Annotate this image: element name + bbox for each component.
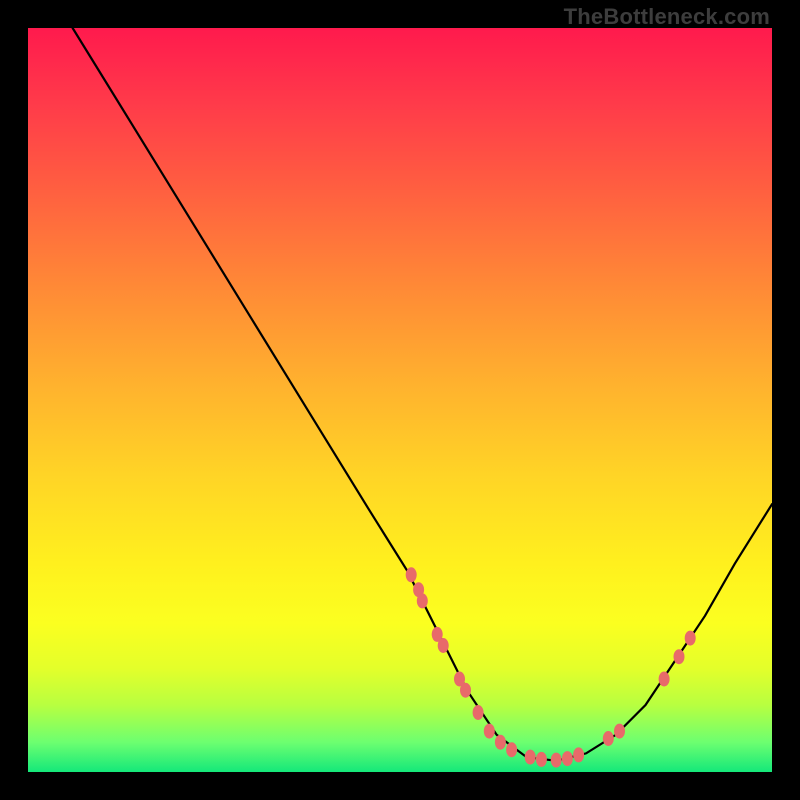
data-marker <box>536 752 547 767</box>
data-marker <box>685 631 696 646</box>
data-marker <box>573 747 584 762</box>
chart-frame <box>28 28 772 772</box>
data-marker <box>659 672 670 687</box>
data-marker <box>417 593 428 608</box>
data-marker <box>460 683 471 698</box>
watermark-text: TheBottleneck.com <box>564 4 770 30</box>
data-marker <box>473 705 484 720</box>
plot-svg <box>28 28 772 772</box>
data-marker <box>614 724 625 739</box>
data-marker <box>406 567 417 582</box>
bottleneck-curve <box>73 28 772 761</box>
data-marker <box>506 742 517 757</box>
data-marker <box>551 753 562 768</box>
data-marker <box>674 649 685 664</box>
data-marker <box>562 751 573 766</box>
data-marker <box>495 735 506 750</box>
marker-group <box>406 567 696 767</box>
data-marker <box>438 638 449 653</box>
data-marker <box>525 750 536 765</box>
data-marker <box>603 731 614 746</box>
data-marker <box>484 724 495 739</box>
